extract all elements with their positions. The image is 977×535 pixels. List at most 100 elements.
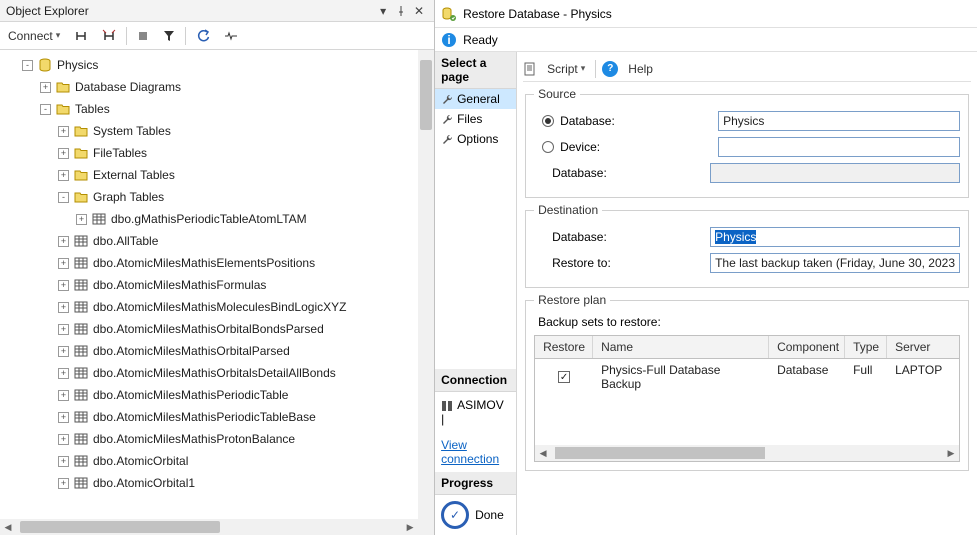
dest-db-combo[interactable]: Physics [710,227,960,247]
collapse-icon[interactable]: - [58,192,69,203]
tree-node[interactable]: - Tables [4,98,418,120]
col-name[interactable]: Name [593,336,769,358]
tree-node[interactable]: +dbo.AtomicMilesMathisOrbitalBondsParsed [4,318,418,340]
explorer-title-text: Object Explorer [6,4,374,18]
tree-container: -Physics + Database Diagrams - Tables + System… [0,50,434,535]
tree-node[interactable]: +dbo.AtomicMilesMathisOrbitalsDetailAllB… [4,362,418,384]
view-connection-link[interactable]: View connection [435,432,516,472]
tree-node-label: Database Diagrams [75,80,181,94]
tree-node[interactable]: +dbo.AtomicMilesMathisMoleculesBindLogic… [4,296,418,318]
scrollbar-thumb[interactable] [555,447,765,459]
scroll-right-icon[interactable]: ▶ [402,519,418,535]
script-icon [523,62,537,76]
col-server[interactable]: Server [887,336,959,358]
source-database-radio[interactable] [542,115,554,127]
grid-data-row[interactable]: Physics-Full Database Backup Database Fu… [535,359,959,395]
tree-node[interactable]: + dbo.AtomicMilesMathisProtonBalance [4,428,418,450]
wrench-icon [441,93,453,105]
collapse-icon[interactable]: - [22,60,33,71]
expand-icon[interactable]: + [58,412,69,423]
tree-node[interactable]: +dbo.AtomicMilesMathisElementsPositions [4,252,418,274]
explorer-toolbar: Connect [0,22,434,50]
disconnect-all-icon[interactable] [98,25,120,47]
restore-checkbox[interactable] [558,371,570,383]
scroll-right-icon[interactable]: ▶ [943,445,959,461]
cell-component: Database [769,359,845,395]
expand-icon[interactable]: + [58,390,69,401]
stop-icon[interactable] [133,25,153,47]
expand-icon[interactable]: + [40,82,51,93]
tree[interactable]: -Physics + Database Diagrams - Tables + System… [0,50,418,519]
tree-node-label: System Tables [93,124,171,138]
tree-node-label: dbo.AtomicMilesMathisFormulas [93,278,266,292]
tree-node[interactable]: + Database Diagrams [4,76,418,98]
folder-icon [73,145,89,161]
col-component[interactable]: Component [769,336,845,358]
activity-monitor-icon[interactable] [220,25,242,47]
refresh-icon[interactable] [192,25,214,47]
source-database-combo[interactable]: Physics [718,111,960,131]
tree-node-label: FileTables [93,146,147,160]
source-device-input[interactable] [718,137,960,157]
page-item-options[interactable]: Options [435,129,516,149]
scrollbar-thumb[interactable] [420,60,432,130]
expand-icon[interactable]: + [58,258,69,269]
table-icon [73,321,89,337]
disconnect-icon[interactable] [70,25,92,47]
expand-icon[interactable]: + [58,148,69,159]
expand-icon[interactable]: + [58,126,69,137]
tree-node[interactable]: +dbo.AtomicMilesMathisPeriodicTable [4,384,418,406]
col-restore[interactable]: Restore [535,336,593,358]
tree-node[interactable]: +dbo.gMathisPeriodicTableAtomLTAM [4,208,418,230]
grid-horizontal-scrollbar[interactable]: ◀ ▶ [535,445,959,461]
tree-node[interactable]: +dbo.AtomicMilesMathisPeriodicTableBase [4,406,418,428]
tree-node[interactable]: +dbo.AtomicOrbital1 [4,472,418,494]
collapse-icon[interactable]: - [40,104,51,115]
table-icon [73,365,89,381]
tree-node[interactable]: + dbo.AtomicMilesMathisFormulas [4,274,418,296]
col-type[interactable]: Type [845,336,887,358]
tree-node[interactable]: +dbo.AllTable [4,230,418,252]
expand-icon[interactable]: + [58,456,69,467]
tree-node[interactable]: +External Tables [4,164,418,186]
window-position-icon[interactable]: ▾ [374,2,392,20]
scrollbar-thumb[interactable] [20,521,220,533]
tree-node[interactable]: -Graph Tables [4,186,418,208]
expand-icon[interactable]: + [58,324,69,335]
page-item-general[interactable]: General [435,89,516,109]
tree-node[interactable]: + FileTables [4,142,418,164]
tree-node[interactable]: -Physics [4,54,418,76]
pin-icon[interactable] [392,2,410,20]
expand-icon[interactable]: + [76,214,87,225]
expand-icon[interactable]: + [58,346,69,357]
expand-icon[interactable]: + [58,170,69,181]
help-button[interactable]: Help [624,58,657,80]
tree-node-label: dbo.AtomicMilesMathisProtonBalance [93,432,295,446]
tree-node-label: Tables [75,102,110,116]
cell-restore[interactable] [535,359,593,395]
page-item-files[interactable]: Files [435,109,516,129]
restore-title-text: Restore Database - Physics [463,7,612,21]
dest-restoreto-input[interactable]: The last backup taken (Friday, June 30, … [710,253,960,273]
expand-icon[interactable]: + [58,368,69,379]
expand-icon[interactable]: + [58,302,69,313]
scroll-left-icon[interactable]: ◀ [0,519,16,535]
scroll-left-icon[interactable]: ◀ [535,445,551,461]
vertical-scrollbar[interactable] [418,50,434,519]
backup-sets-grid[interactable]: Restore Name Component Type Server Physi… [534,335,960,462]
checkmark-icon: ✓ [441,501,469,529]
expand-icon[interactable]: + [58,280,69,291]
connect-button[interactable]: Connect [4,25,64,47]
horizontal-scrollbar[interactable]: ◀ ▶ [0,519,418,535]
tree-node[interactable]: +dbo.AtomicOrbital [4,450,418,472]
script-button[interactable]: Script [543,58,589,80]
source-device-radio[interactable] [542,141,554,153]
expand-icon[interactable]: + [58,478,69,489]
close-icon[interactable]: ✕ [410,2,428,20]
filter-icon[interactable] [159,25,179,47]
tree-node[interactable]: +dbo.AtomicMilesMathisOrbitalParsed [4,340,418,362]
source-legend: Source [534,87,580,101]
expand-icon[interactable]: + [58,236,69,247]
tree-node[interactable]: + System Tables [4,120,418,142]
expand-icon[interactable]: + [58,434,69,445]
